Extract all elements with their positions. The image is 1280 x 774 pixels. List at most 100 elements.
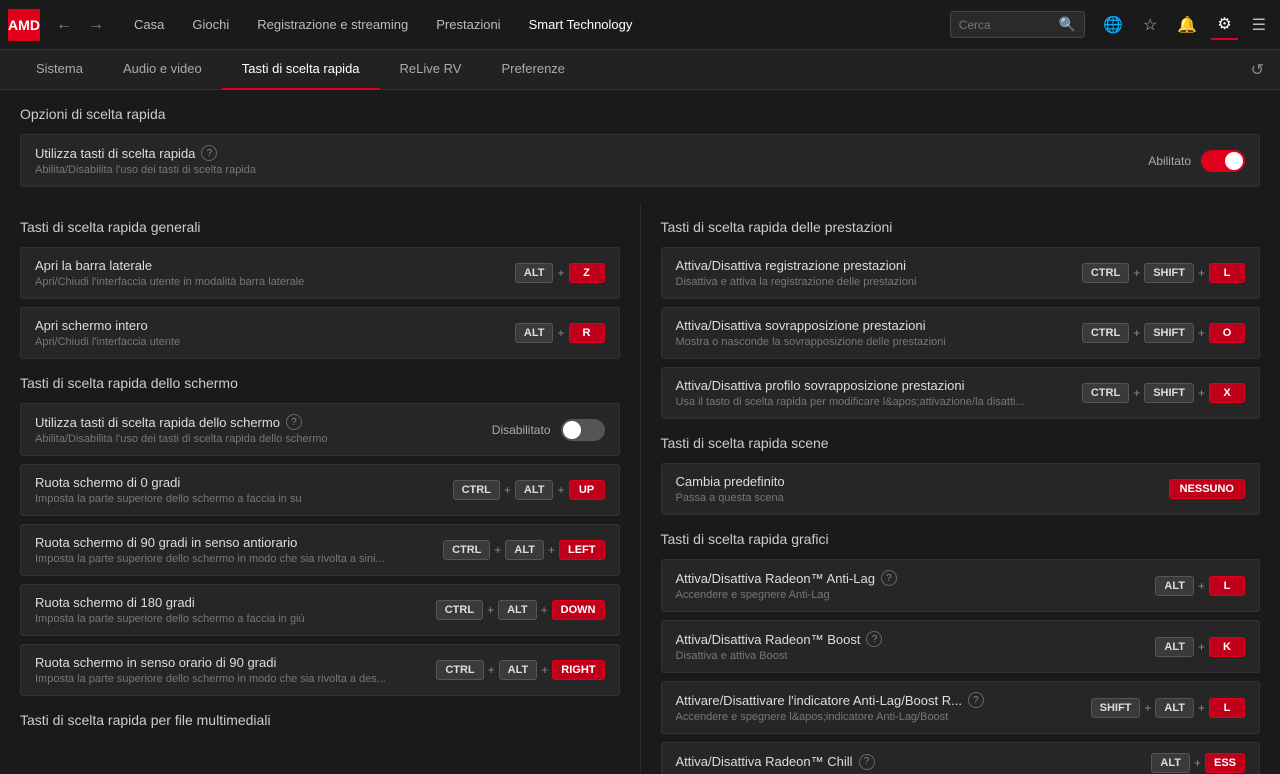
key-right[interactable]: RIGHT — [552, 660, 604, 680]
indicatore-antilag-help-icon[interactable]: ? — [968, 692, 984, 708]
anti-lag-control: ALT + L — [1155, 576, 1245, 596]
key-r[interactable]: R — [569, 323, 605, 343]
anti-lag-label: Attiva/Disattiva Radeon™ Anti-Lag ? — [676, 570, 1144, 586]
key-alt-g2[interactable]: ALT — [1155, 637, 1194, 657]
cambia-predefinito-control: NESSUNO — [1169, 479, 1245, 499]
prestazioni-title: Tasti di scelta rapida delle prestazioni — [661, 219, 1261, 235]
back-button[interactable]: ← — [50, 12, 78, 38]
globe-icon-button[interactable]: 🌐 — [1097, 11, 1129, 39]
apri-schermo-control: ALT + R — [515, 323, 605, 343]
amd-logo: AMD — [8, 9, 40, 41]
ruota-90-orario-info: Ruota schermo in senso orario di 90 grad… — [35, 655, 424, 685]
nav-registrazione[interactable]: Registrazione e streaming — [245, 11, 420, 38]
key-alt-6[interactable]: ALT — [499, 660, 538, 680]
tab-tasti-scelta-rapida[interactable]: Tasti di scelta rapida — [222, 50, 380, 90]
ruota-0-keys: CTRL + ALT + UP — [453, 480, 605, 500]
notification-icon-button[interactable]: 🔔 — [1171, 11, 1203, 39]
key-down[interactable]: DOWN — [552, 600, 605, 620]
key-z[interactable]: Z — [569, 263, 605, 283]
utilizza-tasti-label: Utilizza tasti di scelta rapida ? — [35, 145, 1136, 161]
forward-button[interactable]: → — [82, 12, 110, 38]
schermo-toggle-thumb — [563, 421, 581, 439]
key-alt-g1[interactable]: ALT — [1155, 576, 1194, 596]
sovrapposizione-prestazioni-control: CTRL + SHIFT + O — [1082, 323, 1245, 343]
utilizza-tasti-toggle[interactable] — [1201, 150, 1245, 172]
user-icon-button[interactable]: ☰ — [1246, 11, 1272, 39]
key-up[interactable]: UP — [569, 480, 605, 500]
key-ctrl-r1[interactable]: CTRL — [1082, 263, 1129, 283]
chill-info: Attiva/Disattiva Radeon™ Chill ? — [676, 754, 1140, 773]
profilo-sovrapposizione-info: Attiva/Disattiva profilo sovrapposizione… — [676, 378, 1070, 408]
key-alt-2[interactable]: ALT — [515, 323, 554, 343]
key-alt[interactable]: ALT — [515, 263, 554, 283]
key-shift-g3[interactable]: SHIFT — [1091, 698, 1141, 718]
key-l-g3[interactable]: L — [1209, 698, 1245, 718]
key-k-g2[interactable]: K — [1209, 637, 1245, 657]
toggle-track — [1201, 150, 1245, 172]
settings-icon-button[interactable]: ⚙ — [1211, 10, 1237, 40]
right-panel: Tasti di scelta rapida delle prestazioni… — [641, 203, 1280, 774]
utilizza-tasti-help-icon[interactable]: ? — [201, 145, 217, 161]
key-shift-r2[interactable]: SHIFT — [1144, 323, 1194, 343]
key-l-g1[interactable]: L — [1209, 576, 1245, 596]
registrazione-prestazioni-desc: Disattiva e attiva la registrazione dell… — [676, 276, 1070, 288]
cambia-predefinito-label: Cambia predefinito — [676, 474, 1157, 489]
key-l-r1[interactable]: L — [1209, 263, 1245, 283]
ruota-180-control: CTRL + ALT + DOWN — [436, 600, 605, 620]
nav-smart-technology[interactable]: Smart Technology — [517, 11, 645, 38]
indicatore-antilag-keys: SHIFT + ALT + L — [1091, 698, 1245, 718]
ruota-180-desc: Imposta la parte superiore dello schermo… — [35, 613, 424, 625]
key-ctrl-r2[interactable]: CTRL — [1082, 323, 1129, 343]
nav-casa[interactable]: Casa — [122, 11, 176, 38]
scene-section: Tasti di scelta rapida scene Cambia pred… — [661, 435, 1261, 515]
nav-giochi[interactable]: Giochi — [180, 11, 241, 38]
ruota-90-anti-info: Ruota schermo di 90 gradi in senso antio… — [35, 535, 431, 565]
ruota-180-row: Ruota schermo di 180 gradi Imposta la pa… — [20, 584, 620, 636]
key-nessuno[interactable]: NESSUNO — [1169, 479, 1245, 499]
key-ess-g4[interactable]: ESS — [1205, 753, 1245, 773]
tab-sistema[interactable]: Sistema — [16, 50, 103, 90]
search-input[interactable] — [959, 18, 1059, 32]
apri-schermo-desc: Apri/Chiudi l'interfaccia utente — [35, 336, 503, 348]
apri-barra-label: Apri la barra laterale — [35, 258, 503, 273]
generali-title: Tasti di scelta rapida generali — [20, 219, 620, 235]
key-alt-4[interactable]: ALT — [505, 540, 544, 560]
key-alt-5[interactable]: ALT — [498, 600, 537, 620]
anti-lag-help-icon[interactable]: ? — [881, 570, 897, 586]
key-shift-r3[interactable]: SHIFT — [1144, 383, 1194, 403]
profilo-sovrapposizione-label: Attiva/Disattiva profilo sovrapposizione… — [676, 378, 1070, 393]
key-plus-2: + — [557, 326, 564, 340]
key-alt-3[interactable]: ALT — [515, 480, 554, 500]
search-icon[interactable]: 🔍 — [1059, 16, 1076, 33]
bookmark-icon-button[interactable]: ☆ — [1137, 11, 1163, 39]
tab-audio-video[interactable]: Audio e video — [103, 50, 222, 90]
utilizza-tasti-info: Utilizza tasti di scelta rapida ? Abilit… — [35, 145, 1136, 176]
ruota-90-orario-row: Ruota schermo in senso orario di 90 grad… — [20, 644, 620, 696]
key-left[interactable]: LEFT — [559, 540, 605, 560]
tab-relive[interactable]: ReLive RV — [380, 50, 482, 90]
schermo-help-icon[interactable]: ? — [286, 414, 302, 430]
utilizza-tasti-desc: Abilita/Disabilita l'uso dei tasti di sc… — [35, 164, 1136, 176]
key-ctrl-4[interactable]: CTRL — [436, 660, 483, 680]
key-x-r3[interactable]: X — [1209, 383, 1245, 403]
key-ctrl-2[interactable]: CTRL — [443, 540, 490, 560]
schermo-toggle[interactable] — [561, 419, 605, 441]
key-ctrl-r3[interactable]: CTRL — [1082, 383, 1129, 403]
nav-prestazioni[interactable]: Prestazioni — [424, 11, 512, 38]
chill-help-icon[interactable]: ? — [859, 754, 875, 770]
left-panel: Tasti di scelta rapida generali Apri la … — [0, 203, 641, 774]
key-shift-r1[interactable]: SHIFT — [1144, 263, 1194, 283]
anti-lag-desc: Accendere e spegnere Anti-Lag — [676, 589, 1144, 601]
key-alt-g4[interactable]: ALT — [1151, 753, 1190, 773]
tab-preferenze[interactable]: Preferenze — [481, 50, 585, 90]
key-alt-g3[interactable]: ALT — [1155, 698, 1194, 718]
indicatore-antilag-label: Attivare/Disattivare l'indicatore Anti-L… — [676, 692, 1079, 708]
key-o-r2[interactable]: O — [1209, 323, 1245, 343]
boost-help-icon[interactable]: ? — [866, 631, 882, 647]
key-ctrl-3[interactable]: CTRL — [436, 600, 483, 620]
key-ctrl[interactable]: CTRL — [453, 480, 500, 500]
prof-sovr-keys: CTRL + SHIFT + X — [1082, 383, 1245, 403]
cambia-predefinito-desc: Passa a questa scena — [676, 492, 1157, 504]
refresh-button[interactable]: ↺ — [1251, 60, 1264, 80]
indicatore-antilag-desc: Accendere e spegnere l&apos;indicatore A… — [676, 711, 1079, 723]
